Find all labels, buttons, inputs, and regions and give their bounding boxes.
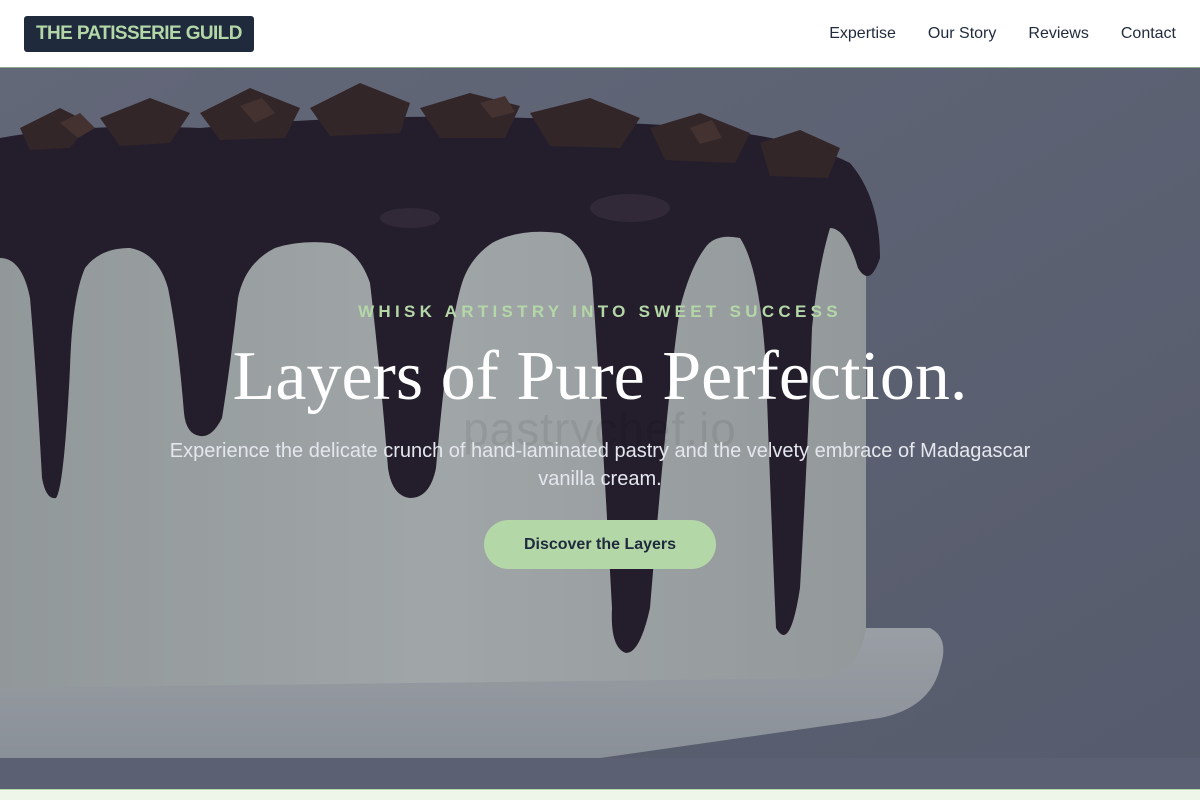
site-logo[interactable]: THE PATISSERIE GUILD (24, 16, 254, 52)
hero-subtext: Experience the delicate crunch of hand-l… (169, 440, 1031, 490)
nav-link-contact[interactable]: Contact (1121, 25, 1176, 43)
nav-link-reviews[interactable]: Reviews (1028, 25, 1088, 43)
main-nav: Expertise Our Story Reviews Contact (829, 0, 1176, 68)
hero-headline: Layers of Pure Perfection. (232, 338, 968, 415)
nav-link-our-story[interactable]: Our Story (928, 25, 996, 43)
discover-layers-button[interactable]: Discover the Layers (484, 520, 716, 569)
nav-link-expertise[interactable]: Expertise (829, 25, 896, 43)
site-header: THE PATISSERIE GUILD Expertise Our Story… (0, 0, 1200, 68)
hero-content: WHISK ARTISTRY INTO SWEET SUCCESS Layers… (0, 68, 1200, 789)
next-section-edge (0, 789, 1200, 800)
hero-eyebrow: WHISK ARTISTRY INTO SWEET SUCCESS (358, 302, 842, 321)
hero-section: pastrychef.io WHISK ARTISTRY INTO SWEET … (0, 68, 1200, 789)
